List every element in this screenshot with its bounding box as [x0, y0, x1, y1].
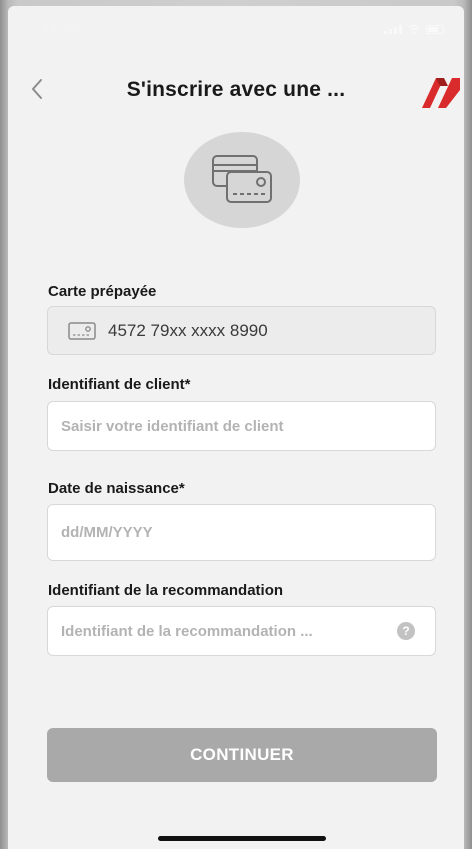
battery-icon: [426, 24, 444, 34]
client-id-placeholder: Saisir votre identifiant de client: [61, 417, 284, 435]
hero-cards-illustration: [184, 132, 300, 228]
birth-date-input[interactable]: dd/MM/YYYY: [47, 504, 436, 561]
brand-logo: [422, 78, 460, 108]
client-id-input[interactable]: Saisir votre identifiant de client: [47, 401, 436, 451]
phone-screen: 17:27 S'inscrire avec une ... Carte prép…: [8, 6, 464, 849]
page-title: S'inscrire avec une ...: [126, 78, 346, 101]
home-indicator[interactable]: [158, 836, 326, 841]
referral-id-placeholder: Identifiant de la recommandation ...: [61, 622, 313, 640]
status-bar: 17:27: [8, 6, 464, 56]
help-icon[interactable]: ?: [397, 622, 415, 640]
client-id-label: Identifiant de client*: [48, 376, 191, 393]
referral-id-label: Identifiant de la recommandation: [48, 582, 284, 599]
status-icons: [384, 24, 444, 34]
signal-icon: [384, 24, 402, 34]
header: S'inscrire avec une ...: [8, 68, 464, 112]
cards-icon: [212, 155, 272, 203]
card-icon: [68, 321, 96, 340]
continue-button[interactable]: CONTINUER: [47, 728, 437, 782]
wifi-icon: [408, 24, 420, 34]
status-time: 17:27: [42, 22, 81, 39]
referral-id-input[interactable]: Identifiant de la recommandation ... ?: [47, 606, 436, 656]
birth-date-label: Date de naissance*: [48, 480, 185, 497]
birth-date-placeholder: dd/MM/YYYY: [61, 524, 153, 541]
prepaid-card-label: Carte prépayée: [48, 283, 157, 300]
prepaid-card-number: 4572 79xx xxxx 8990: [108, 320, 268, 340]
prepaid-card-field: 4572 79xx xxxx 8990: [47, 306, 436, 355]
